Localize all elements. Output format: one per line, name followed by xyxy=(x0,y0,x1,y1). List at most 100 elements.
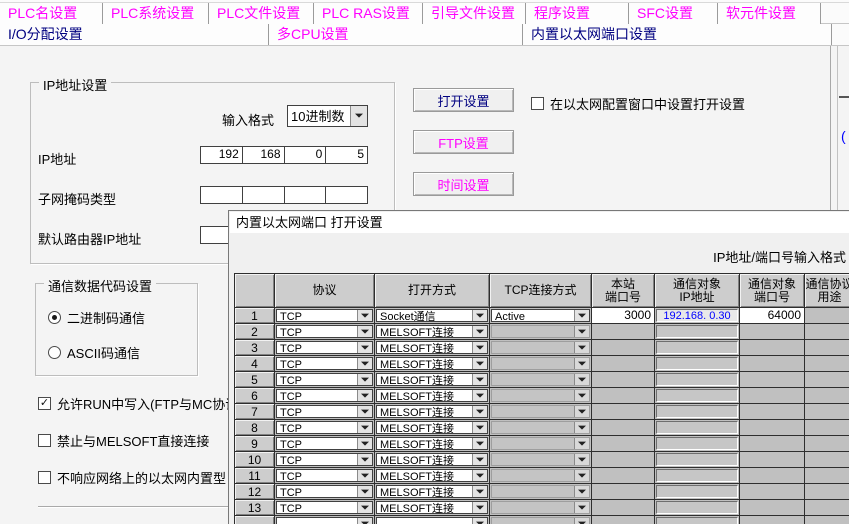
tab-row1-item-5[interactable]: 程序设置 xyxy=(526,3,629,24)
peer-port-cell[interactable]: 64000 xyxy=(740,308,805,324)
protocol-cell[interactable]: TCP xyxy=(275,372,375,388)
chevron-down-icon[interactable] xyxy=(357,406,372,417)
chevron-down-icon[interactable] xyxy=(472,326,487,337)
open-method-cell[interactable] xyxy=(375,516,490,524)
open-method-cell[interactable]: MELSOFT连接 xyxy=(375,404,490,420)
octet-field[interactable] xyxy=(201,187,243,203)
chevron-down-icon[interactable] xyxy=(574,454,589,465)
protocol-cell[interactable]: TCP xyxy=(275,500,375,516)
chevron-down-icon[interactable] xyxy=(574,470,589,481)
open-method-cell[interactable]: MELSOFT连接 xyxy=(375,356,490,372)
tab-row2-item-2[interactable]: 内置以太网端口设置 xyxy=(523,24,832,45)
tcp-mode-cell[interactable] xyxy=(490,340,592,356)
chevron-down-icon[interactable] xyxy=(574,502,589,513)
chevron-down-icon[interactable] xyxy=(472,358,487,369)
tcp-mode-cell[interactable] xyxy=(490,356,592,372)
protocol-cell[interactable]: TCP xyxy=(275,308,375,324)
open-method-cell[interactable]: MELSOFT连接 xyxy=(375,340,490,356)
chevron-down-icon[interactable] xyxy=(357,342,372,353)
open-method-cell[interactable]: MELSOFT连接 xyxy=(375,452,490,468)
chevron-down-icon[interactable] xyxy=(472,406,487,417)
tab-row1-item-4[interactable]: 引导文件设置 xyxy=(423,3,526,24)
open-settings-button[interactable]: 打开设置 xyxy=(413,88,514,112)
octet-field[interactable]: 168 xyxy=(243,147,285,163)
tcp-mode-cell[interactable] xyxy=(490,484,592,500)
chevron-down-icon[interactable] xyxy=(357,438,372,449)
tab-row1-item-0[interactable]: PLC名设置 xyxy=(0,3,103,24)
tcp-mode-cell[interactable] xyxy=(490,324,592,340)
protocol-cell[interactable]: TCP xyxy=(275,484,375,500)
protocol-cell[interactable]: TCP xyxy=(275,468,375,484)
chevron-down-icon[interactable] xyxy=(574,310,589,321)
protocol-cell[interactable]: TCP xyxy=(275,356,375,372)
chevron-down-icon[interactable] xyxy=(574,374,589,385)
checkbox-icon[interactable] xyxy=(531,97,544,110)
disable-melsoft-direct-checkbox[interactable]: 禁止与MELSOFT直接连接 xyxy=(38,431,209,450)
chevron-down-icon[interactable] xyxy=(357,310,372,321)
ip-address-input[interactable]: 19216805 xyxy=(200,146,368,164)
octet-field[interactable]: 5 xyxy=(326,147,367,163)
open-method-cell[interactable]: MELSOFT连接 xyxy=(375,484,490,500)
tcp-mode-cell[interactable] xyxy=(490,404,592,420)
chevron-down-icon[interactable] xyxy=(574,358,589,369)
tcp-mode-cell[interactable] xyxy=(490,436,592,452)
octet-field[interactable] xyxy=(243,187,285,203)
chevron-down-icon[interactable] xyxy=(574,390,589,401)
ethernet-config-checkbox[interactable]: 在以太网配置窗口中设置打开设置 xyxy=(531,94,745,113)
chevron-down-icon[interactable] xyxy=(357,518,372,524)
chevron-down-icon[interactable] xyxy=(472,502,487,513)
protocol-cell[interactable]: TCP xyxy=(275,436,375,452)
tab-row1-item-6[interactable]: SFC设置 xyxy=(629,3,718,24)
octet-field[interactable] xyxy=(326,187,367,203)
time-settings-button[interactable]: 时间设置 xyxy=(413,172,514,196)
chevron-down-icon[interactable] xyxy=(350,106,367,126)
open-method-cell[interactable]: MELSOFT连接 xyxy=(375,436,490,452)
chevron-down-icon[interactable] xyxy=(357,422,372,433)
radio-icon[interactable] xyxy=(48,346,61,359)
tab-row1-item-3[interactable]: PLC RAS设置 xyxy=(314,3,423,24)
chevron-down-icon[interactable] xyxy=(472,374,487,385)
ftp-settings-button[interactable]: FTP设置 xyxy=(413,130,514,154)
tab-row2-item-0[interactable]: I/O分配设置 xyxy=(0,24,269,45)
chevron-down-icon[interactable] xyxy=(472,438,487,449)
protocol-cell[interactable]: TCP xyxy=(275,404,375,420)
tab-row1-item-7[interactable]: 软元件设置 xyxy=(718,3,821,24)
tcp-mode-cell[interactable] xyxy=(490,516,592,524)
tcp-mode-cell[interactable] xyxy=(490,420,592,436)
chevron-down-icon[interactable] xyxy=(357,486,372,497)
peer-ip-field[interactable]: 192.168. 0.30 xyxy=(656,309,738,322)
open-method-cell[interactable]: MELSOFT连接 xyxy=(375,324,490,340)
open-method-cell[interactable]: MELSOFT连接 xyxy=(375,500,490,516)
open-method-cell[interactable]: MELSOFT连接 xyxy=(375,420,490,436)
protocol-cell[interactable]: TCP xyxy=(275,420,375,436)
chevron-down-icon[interactable] xyxy=(357,374,372,385)
chevron-down-icon[interactable] xyxy=(574,326,589,337)
no-response-search-checkbox[interactable]: 不响应网络上的以太网内置型 xyxy=(38,468,226,487)
chevron-down-icon[interactable] xyxy=(574,518,589,524)
open-method-cell[interactable]: Socket通信 xyxy=(375,308,490,324)
chevron-down-icon[interactable] xyxy=(472,342,487,353)
comm-code-radio-1[interactable]: ASCII码通信 xyxy=(48,343,140,362)
chevron-down-icon[interactable] xyxy=(472,454,487,465)
tcp-mode-cell[interactable]: Active xyxy=(490,308,592,324)
tcp-mode-cell[interactable] xyxy=(490,468,592,484)
chevron-down-icon[interactable] xyxy=(472,422,487,433)
tab-row1-item-1[interactable]: PLC系统设置 xyxy=(103,3,209,24)
chevron-down-icon[interactable] xyxy=(472,390,487,401)
protocol-cell[interactable]: TCP xyxy=(275,324,375,340)
chevron-down-icon[interactable] xyxy=(357,390,372,401)
tcp-mode-cell[interactable] xyxy=(490,452,592,468)
protocol-cell[interactable] xyxy=(275,516,375,524)
comm-code-radio-0[interactable]: 二进制码通信 xyxy=(48,308,145,327)
chevron-down-icon[interactable] xyxy=(574,486,589,497)
host-port-cell[interactable]: 3000 xyxy=(592,308,655,324)
chevron-down-icon[interactable] xyxy=(357,470,372,481)
chevron-down-icon[interactable] xyxy=(357,358,372,369)
octet-field[interactable]: 192 xyxy=(201,147,243,163)
checkbox-icon[interactable] xyxy=(38,434,51,447)
chevron-down-icon[interactable] xyxy=(472,310,487,321)
chevron-down-icon[interactable] xyxy=(472,486,487,497)
radio-icon[interactable] xyxy=(48,311,61,324)
protocol-cell[interactable]: TCP xyxy=(275,452,375,468)
chevron-down-icon[interactable] xyxy=(357,502,372,513)
